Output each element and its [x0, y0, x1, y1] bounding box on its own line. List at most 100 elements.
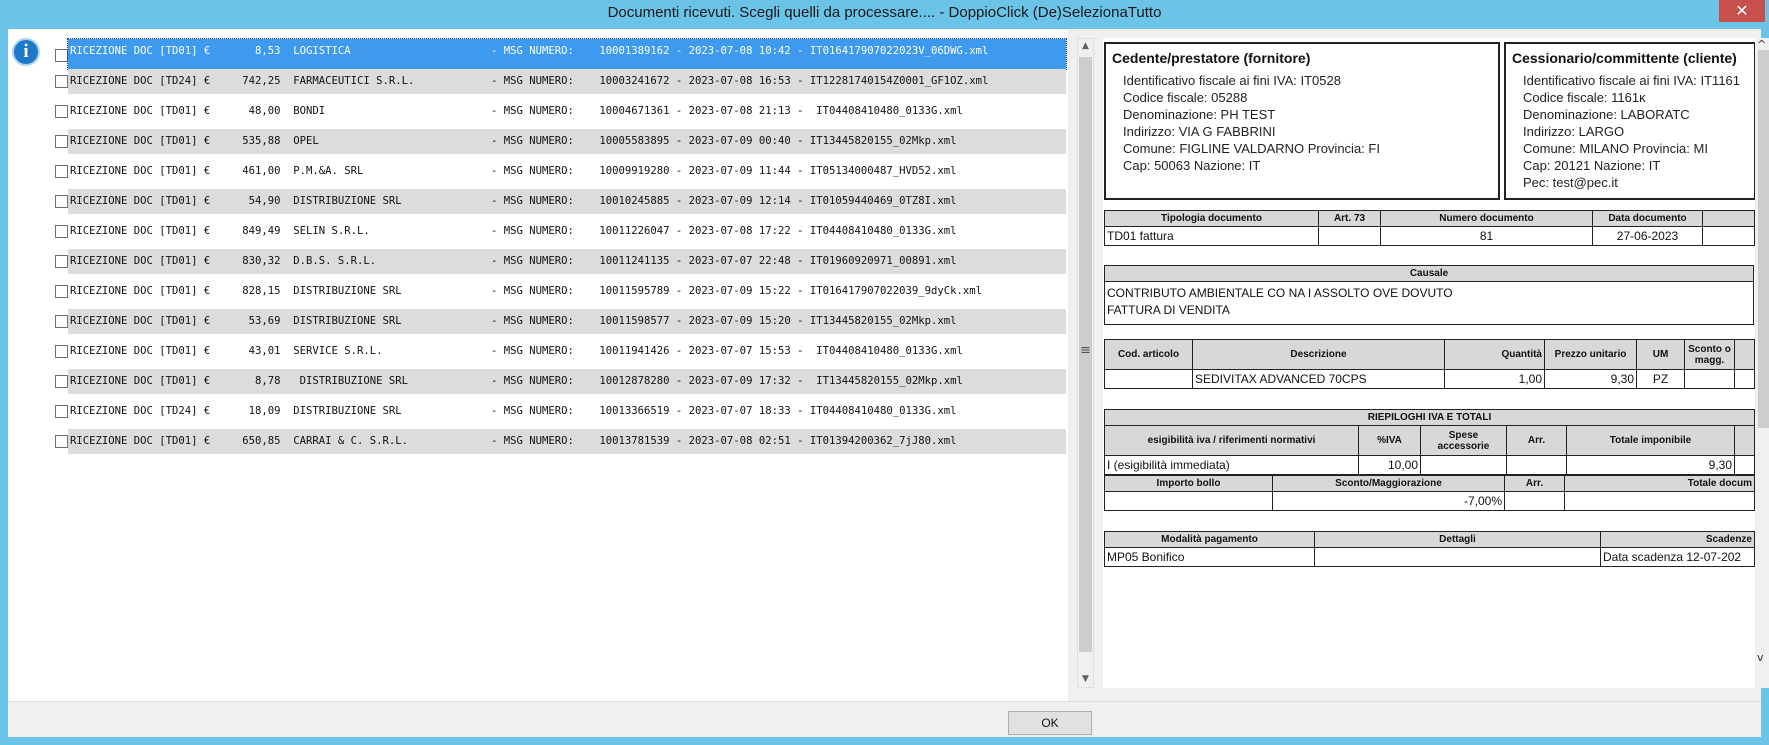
list-item[interactable]: RICEZIONE DOC [TD01] € 650,85 CARRAI & C… [68, 429, 1066, 454]
totale-documento [1564, 491, 1755, 511]
cedente-line: Codice fiscale: 05288 [1123, 90, 1248, 105]
row-checkbox[interactable] [55, 75, 68, 88]
invoice-preview: Cedente/prestatore (fornitore) Identific… [1103, 38, 1755, 688]
col-header: esigibilità iva / riferimenti normativi [1104, 425, 1359, 456]
row-checkbox[interactable] [55, 315, 68, 328]
list-item[interactable]: RICEZIONE DOC [TD24] € 18,09 DISTRIBUZIO… [68, 399, 1066, 424]
col-header [1734, 339, 1755, 370]
col-header: Totale imponibile [1566, 425, 1735, 456]
scroll-up-icon[interactable]: ▲ [1078, 39, 1093, 54]
cessionario-line: Pec: test@pec.it [1523, 175, 1618, 190]
scroll-down-icon[interactable]: ▼ [1078, 672, 1093, 687]
list-item[interactable]: RICEZIONE DOC [TD24] € 742,25 FARMACEUTI… [68, 69, 1066, 94]
list-item[interactable]: RICEZIONE DOC [TD01] € 53,69 DISTRIBUZIO… [68, 309, 1066, 334]
col-header: Totale docum [1564, 475, 1755, 492]
payment-method: MP05 Bonifico [1104, 547, 1315, 567]
col-header: Sconto/Maggiorazione [1272, 475, 1505, 492]
causale-box: Causale CONTRIBUTO AMBIENTALE CO NA I AS… [1104, 265, 1754, 325]
window-title: Documenti ricevuti. Scegli quelli da pro… [607, 4, 1162, 21]
row-checkbox[interactable] [55, 405, 68, 418]
item-description: SEDIVITAX ADVANCED 70CPS [1192, 369, 1445, 389]
list-item[interactable]: RICEZIONE DOC [TD01] € 830,32 D.B.S. S.R… [68, 249, 1066, 274]
cedente-box: Cedente/prestatore (fornitore) Identific… [1104, 42, 1500, 200]
causale-line: CONTRIBUTO AMBIENTALE CO NA I ASSOLTO OV… [1107, 286, 1453, 300]
list-scrollbar[interactable]: ▲ ▼ [1077, 38, 1094, 688]
row-checkbox[interactable] [55, 435, 68, 448]
col-header: Descrizione [1192, 339, 1445, 370]
cessionario-box: Cessionario/committente (cliente) Identi… [1504, 42, 1755, 200]
list-item[interactable]: RICEZIONE DOC [TD01] € 43,01 SERVICE S.R… [68, 339, 1066, 364]
cessionario-line: Identificativo fiscale ai fini IVA: IT11… [1523, 73, 1741, 88]
document-list-panel: i RICEZIONE DOC [TD01] € 8,53 LOGISTICA … [8, 29, 1068, 704]
cedente-line: Cap: 50063 Nazione: IT [1123, 158, 1261, 173]
importo-bollo [1104, 491, 1273, 511]
cessionario-line: Cap: 20121 Nazione: IT [1523, 158, 1661, 173]
row-checkbox[interactable] [55, 345, 68, 358]
sconto-maggiorazione: -7,00% [1272, 491, 1505, 511]
main-window: Documenti ricevuti. Scegli quelli da pro… [0, 0, 1769, 745]
list-item[interactable]: RICEZIONE DOC [TD01] € 8,78 DISTRIBUZION… [68, 369, 1066, 394]
cedente-line: Comune: FIGLINE VALDARNO Provincia: FI [1123, 141, 1380, 156]
preview-scrollbar[interactable]: ^ v [1755, 38, 1769, 688]
vat-rate: 10,00 [1358, 455, 1421, 475]
row-checkbox[interactable] [55, 195, 68, 208]
vat-arr [1506, 455, 1567, 475]
cedente-title: Cedente/prestatore (fornitore) [1112, 50, 1311, 66]
row-checkbox[interactable] [55, 105, 68, 118]
col-header: Sconto o magg. [1684, 339, 1735, 370]
doc-info-section: Tipologia documento Art. 73 Numero docum… [1104, 210, 1755, 246]
col-header: Dettagli [1314, 531, 1601, 548]
row-checkbox[interactable] [55, 165, 68, 178]
item-quantity: 1,00 [1444, 369, 1545, 389]
list-item[interactable]: RICEZIONE DOC [TD01] € 461,00 P.M.&A. SR… [68, 159, 1066, 184]
item-discount [1684, 369, 1735, 389]
doc-art73 [1318, 226, 1381, 246]
document-list: RICEZIONE DOC [TD01] € 8,53 LOGISTICA - … [67, 38, 1067, 459]
splitter-handle-icon[interactable]: ≡ [1080, 343, 1091, 358]
row-checkbox[interactable] [55, 225, 68, 238]
row-checkbox[interactable] [55, 285, 68, 298]
doc-info-table: Tipologia documento Art. 73 Numero docum… [1104, 210, 1755, 246]
preview-scroll-thumb[interactable] [1758, 50, 1769, 428]
col-header: UM [1636, 339, 1685, 370]
payment-due: Data scadenza 12-07-202 [1600, 547, 1755, 567]
col-header: Importo bollo [1104, 475, 1273, 492]
totali-arr [1504, 491, 1565, 511]
list-item[interactable]: RICEZIONE DOC [TD01] € 828,15 DISTRIBUZI… [68, 279, 1066, 304]
row-checkbox[interactable] [55, 49, 68, 62]
row-checkbox[interactable] [55, 135, 68, 148]
pagamento-section: Modalità pagamento Dettagli Scadenze MP0… [1104, 531, 1755, 567]
totali-table: Importo bollo Sconto/Maggiorazione Arr. … [1104, 475, 1755, 511]
list-item[interactable]: RICEZIONE DOC [TD01] € 8,53 LOGISTICA - … [67, 38, 1067, 70]
pagamento-table: Modalità pagamento Dettagli Scadenze MP0… [1104, 531, 1755, 567]
vat-esigibilita: I (esigibilità immediata) [1104, 455, 1359, 475]
list-item[interactable]: RICEZIONE DOC [TD01] € 54,90 DISTRIBUZIO… [68, 189, 1066, 214]
ok-button[interactable]: OK [1008, 711, 1092, 735]
col-header: Prezzo unitario [1544, 339, 1637, 370]
payment-details [1314, 547, 1601, 567]
client-area: i RICEZIONE DOC [TD01] € 8,53 LOGISTICA … [8, 29, 1769, 737]
col-header [1702, 210, 1755, 227]
cedente-line: Identificativo fiscale ai fini IVA: IT05… [1123, 73, 1341, 88]
col-header: Scadenze [1600, 531, 1755, 548]
riepilogo-title: RIEPILOGHI IVA E TOTALI [1104, 409, 1755, 426]
col-header: Spese accessorie [1420, 425, 1507, 456]
checkbox-column [55, 29, 69, 469]
causale-body: CONTRIBUTO AMBIENTALE CO NA I ASSOLTO OV… [1105, 282, 1753, 324]
col-header: Numero documento [1380, 210, 1593, 227]
causale-line: FATTURA DI VENDITA [1107, 303, 1230, 317]
col-header: Arr. [1504, 475, 1565, 492]
list-item[interactable]: RICEZIONE DOC [TD01] € 535,88 OPEL - MSG… [68, 129, 1066, 154]
cedente-line: Indirizzo: VIA G FABBRINI [1123, 124, 1276, 139]
row-checkbox[interactable] [55, 255, 68, 268]
cessionario-line: Denominazione: LABORATC [1523, 107, 1690, 122]
col-header: Quantità [1444, 339, 1545, 370]
cessionario-title: Cessionario/committente (cliente) [1512, 50, 1737, 66]
row-checkbox[interactable] [55, 375, 68, 388]
list-item[interactable]: RICEZIONE DOC [TD01] € 849,49 SELIN S.R.… [68, 219, 1066, 244]
preview-scroll-down-icon[interactable]: v [1757, 651, 1764, 664]
col-header [1734, 425, 1755, 456]
causale-header: Causale [1105, 266, 1753, 282]
list-item[interactable]: RICEZIONE DOC [TD01] € 48,00 BONDI - MSG… [68, 99, 1066, 124]
close-icon[interactable]: ✕ [1719, 0, 1765, 22]
